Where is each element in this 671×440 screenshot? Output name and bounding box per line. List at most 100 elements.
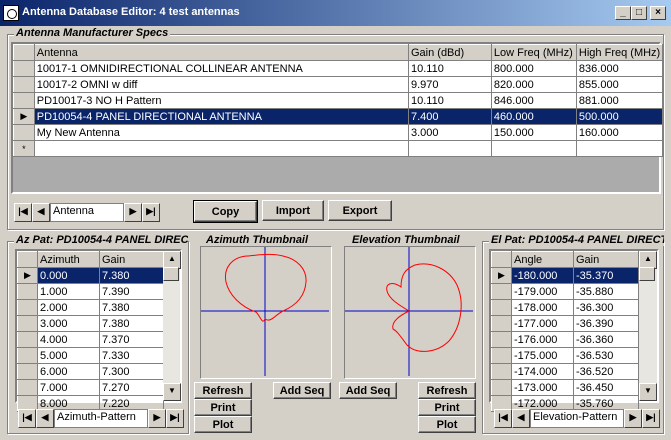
table-row[interactable]: -174.000 -36.520	[491, 363, 639, 380]
el-vertical-scrollbar[interactable]: ▲ ▼	[639, 251, 657, 401]
row-selector[interactable]	[13, 124, 35, 141]
gain-cell[interactable]: -36.360	[573, 331, 639, 348]
el-grid[interactable]: Angle Gain ▶ -180.000 -35.370 -179.000 -35.88…	[489, 249, 659, 412]
gain-column-header[interactable]: Gain (dBd)	[407, 44, 492, 61]
prev-record-icon[interactable]: ◀	[32, 203, 50, 222]
angle-cell[interactable]: -178.000	[511, 299, 574, 316]
az-refresh-button[interactable]: Refresh	[194, 382, 252, 399]
el-thumbnail-plot[interactable]	[345, 247, 473, 376]
last-record-icon[interactable]: ▶|	[166, 409, 184, 428]
specs-grid[interactable]: Antenna Gain (dBd) Low Freq (MHz) High Freq…	[11, 42, 664, 194]
angle-cell[interactable]: -173.000	[511, 379, 574, 396]
gain-cell[interactable]: 7.380	[99, 315, 164, 332]
gain-cell[interactable]: 7.380	[99, 267, 164, 284]
first-record-icon[interactable]: |◀	[18, 409, 36, 428]
low-freq-cell[interactable]: 820.000	[490, 76, 577, 93]
gain-cell[interactable]: -36.300	[573, 299, 639, 316]
row-selector[interactable]	[17, 347, 38, 364]
new-record-row[interactable]: *	[13, 140, 664, 157]
angle-cell[interactable]: -176.000	[511, 331, 574, 348]
table-row[interactable]: -177.000 -36.390	[491, 315, 639, 332]
next-record-icon[interactable]: ▶	[624, 409, 642, 428]
table-row[interactable]: -173.000 -36.450	[491, 379, 639, 396]
gain-cell[interactable]: 7.330	[99, 347, 164, 364]
prev-record-icon[interactable]: ◀	[512, 409, 530, 428]
table-row[interactable]: -178.000 -36.300	[491, 299, 639, 316]
azimuth-cell[interactable]: 1.000	[37, 283, 100, 300]
row-selector[interactable]	[491, 363, 512, 380]
high-freq-cell[interactable]: 855.000	[575, 76, 664, 93]
last-record-icon[interactable]: ▶|	[642, 409, 660, 428]
angle-cell[interactable]: -174.000	[511, 363, 574, 380]
azimuth-cell[interactable]: 0.000	[37, 267, 100, 284]
last-record-icon[interactable]: ▶|	[142, 203, 160, 222]
gain-cell[interactable]: -35.880	[573, 283, 639, 300]
antenna-cell[interactable]: PD10017-3 NO H Pattern	[33, 92, 409, 109]
angle-cell[interactable]: -180.000	[511, 267, 574, 284]
gain-cell[interactable]: 3.000	[407, 124, 492, 141]
high-freq-cell[interactable]: 500.000	[575, 108, 664, 125]
gain-column-header[interactable]: Gain	[573, 251, 639, 268]
row-selector[interactable]	[491, 379, 512, 396]
angle-cell[interactable]: -177.000	[511, 315, 574, 332]
az-grid[interactable]: Azimuth Gain ▶ 0.000 7.380 1.000 7.390 2.000 7.…	[15, 249, 182, 412]
first-record-icon[interactable]: |◀	[494, 409, 512, 428]
el-plot-button[interactable]: Plot	[418, 416, 476, 433]
table-row[interactable]: 3.000 7.380	[17, 315, 164, 332]
first-record-icon[interactable]: |◀	[14, 203, 32, 222]
row-selector[interactable]	[17, 299, 38, 316]
azimuth-column-header[interactable]: Azimuth	[37, 251, 100, 268]
table-row[interactable]: 10017-1 OMNIDIRECTIONAL COLLINEAR ANTENN…	[13, 60, 664, 77]
scroll-down-icon[interactable]: ▼	[163, 383, 181, 401]
gain-cell[interactable]: 7.370	[99, 331, 164, 348]
row-selector[interactable]	[491, 283, 512, 300]
gain-cell[interactable]: -36.390	[573, 315, 639, 332]
gain-cell[interactable]: 7.300	[99, 363, 164, 380]
gain-cell[interactable]: 7.270	[99, 379, 164, 396]
gain-column-header[interactable]: Gain	[99, 251, 164, 268]
gain-cell[interactable]: 7.400	[407, 108, 492, 125]
azimuth-cell[interactable]: 4.000	[37, 331, 100, 348]
empty-cell[interactable]	[490, 140, 577, 157]
el-refresh-button[interactable]: Refresh	[418, 382, 476, 399]
table-row[interactable]: 1.000 7.390	[17, 283, 164, 300]
scroll-thumb[interactable]	[163, 267, 179, 281]
azimuth-cell[interactable]: 6.000	[37, 363, 100, 380]
empty-cell[interactable]	[407, 140, 492, 157]
empty-cell[interactable]	[33, 140, 409, 157]
copy-button[interactable]: Copy	[193, 200, 258, 223]
angle-cell[interactable]: -179.000	[511, 283, 574, 300]
gain-cell[interactable]: -36.530	[573, 347, 639, 364]
table-row[interactable]: 4.000 7.370	[17, 331, 164, 348]
table-row[interactable]: -175.000 -36.530	[491, 347, 639, 364]
row-selector[interactable]	[17, 379, 38, 396]
table-row[interactable]: 2.000 7.380	[17, 299, 164, 316]
antenna-cell[interactable]: PD10054-4 PANEL DIRECTIONAL ANTENNA	[33, 108, 409, 125]
low-freq-cell[interactable]: 460.000	[490, 108, 577, 125]
az-vertical-scrollbar[interactable]: ▲ ▼	[163, 251, 181, 401]
row-selector[interactable]	[13, 76, 35, 93]
gain-cell[interactable]: 7.380	[99, 299, 164, 316]
table-row[interactable]: 10017-2 OMNI w diff 9.970 820.000 855.000	[13, 76, 664, 93]
table-row[interactable]: ▶ -180.000 -35.370	[491, 267, 639, 284]
antenna-column-header[interactable]: Antenna	[33, 44, 409, 61]
row-selector[interactable]	[491, 347, 512, 364]
maximize-button[interactable]: □	[631, 6, 647, 20]
row-selector[interactable]	[17, 363, 38, 380]
row-selector[interactable]	[491, 331, 512, 348]
angle-cell[interactable]: -175.000	[511, 347, 574, 364]
high-freq-column-header[interactable]: High Freq (MHz)	[575, 44, 664, 61]
antenna-cell[interactable]: My New Antenna	[33, 124, 409, 141]
table-row[interactable]: 5.000 7.330	[17, 347, 164, 364]
export-button[interactable]: Export	[328, 200, 392, 221]
gain-cell[interactable]: -36.520	[573, 363, 639, 380]
close-button[interactable]: ×	[650, 6, 666, 20]
table-row[interactable]: 6.000 7.300	[17, 363, 164, 380]
table-row[interactable]: -179.000 -35.880	[491, 283, 639, 300]
row-selector[interactable]	[17, 331, 38, 348]
import-button[interactable]: Import	[262, 200, 324, 221]
az-add-seq-button[interactable]: Add Seq	[273, 382, 331, 399]
az-thumbnail-plot[interactable]	[201, 247, 329, 376]
row-selector[interactable]	[13, 92, 35, 109]
el-print-button[interactable]: Print	[418, 399, 476, 416]
